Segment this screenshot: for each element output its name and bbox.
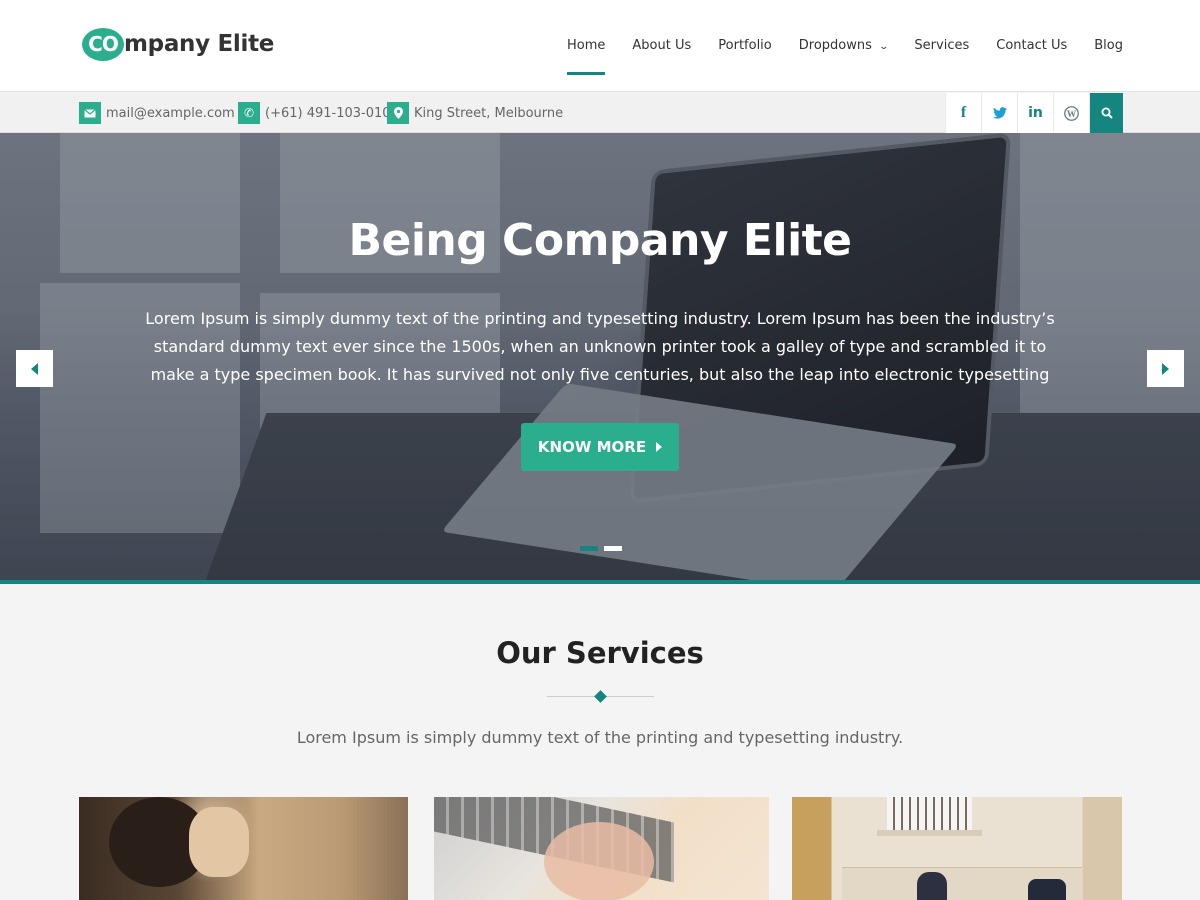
search-icon[interactable] (1089, 93, 1123, 133)
top-info-bar: mail@example.com ✆ (+61) 491-103-010 Kin… (0, 93, 1200, 133)
nav-label: Blog (1094, 38, 1123, 53)
know-more-button[interactable]: KNOW MORE (521, 423, 679, 471)
contact-email[interactable]: mail@example.com (79, 102, 235, 124)
know-more-label: KNOW MORE (537, 438, 647, 456)
nav-label: About Us (632, 38, 692, 53)
address-text: King Street, Melbourne (414, 105, 564, 121)
nav-item-portfolio[interactable]: Portfolio (718, 0, 771, 92)
phone-text: (+61) 491-103-010 (265, 105, 391, 121)
service-card-image-1[interactable] (79, 797, 408, 900)
image-detail (887, 797, 972, 830)
main-nav: Home About Us Portfolio Dropdowns ⌄ Servi… (540, 0, 1123, 92)
caret-right-icon (1162, 362, 1169, 375)
slider-next-button[interactable] (1147, 350, 1184, 387)
slider-pagination (580, 546, 622, 551)
site-logo[interactable]: CO mpany Elite (82, 26, 274, 62)
hero-slider: Being Company Elite Lorem Ipsum is simpl… (0, 133, 1200, 584)
hero-bottom-border (0, 580, 1200, 584)
facebook-icon[interactable]: f (945, 93, 981, 133)
wordpress-icon[interactable]: W (1053, 93, 1089, 133)
nav-item-contact-us[interactable]: Contact Us (996, 0, 1067, 92)
slider-dot-2[interactable] (604, 546, 622, 551)
logo-text: mpany Elite (124, 31, 275, 57)
services-title: Our Services (496, 636, 704, 670)
twitter-icon[interactable] (981, 93, 1017, 133)
logo-badge: CO (82, 27, 124, 61)
image-detail (1028, 879, 1066, 900)
nav-label: Contact Us (996, 38, 1068, 53)
contact-address: King Street, Melbourne (387, 102, 563, 124)
chevron-down-icon: ⌄ (878, 42, 889, 52)
divider-diamond-icon (594, 690, 607, 703)
linkedin-icon[interactable]: in (1017, 93, 1053, 133)
hero-title: Being Company Elite (348, 215, 852, 266)
nav-item-services[interactable]: Services (914, 0, 969, 92)
image-detail (877, 830, 982, 836)
nav-label: Home (567, 38, 606, 53)
nav-item-home[interactable]: Home (567, 0, 606, 92)
nav-label: Services (914, 38, 970, 53)
nav-item-dropdowns[interactable]: Dropdowns ⌄ (798, 0, 889, 92)
nav-label: Dropdowns (798, 38, 872, 53)
service-card-image-2[interactable] (434, 797, 769, 900)
caret-left-icon (31, 362, 38, 375)
image-detail (917, 872, 947, 900)
contact-phone[interactable]: ✆ (+61) 491-103-010 (238, 102, 391, 124)
nav-item-about-us[interactable]: About Us (632, 0, 691, 92)
service-card-image-3[interactable] (792, 797, 1122, 900)
email-text: mail@example.com (106, 105, 235, 121)
envelope-icon (79, 102, 101, 124)
hero-text: Lorem Ipsum is simply dummy text of the … (145, 309, 1055, 384)
nav-label: Portfolio (718, 38, 772, 53)
image-detail (544, 822, 654, 900)
caret-right-icon (656, 442, 663, 452)
image-detail (189, 807, 249, 877)
map-marker-icon (387, 102, 409, 124)
phone-icon: ✆ (238, 102, 260, 124)
nav-item-blog[interactable]: Blog (1094, 0, 1123, 92)
svg-text:W: W (1067, 109, 1077, 119)
slider-dot-1[interactable] (580, 546, 598, 551)
slider-prev-button[interactable] (16, 350, 53, 387)
site-header: CO mpany Elite Home About Us Portfolio D… (0, 0, 1200, 92)
services-subtitle: Lorem Ipsum is simply dummy text of the … (296, 728, 904, 747)
social-links: f in W (945, 93, 1123, 133)
